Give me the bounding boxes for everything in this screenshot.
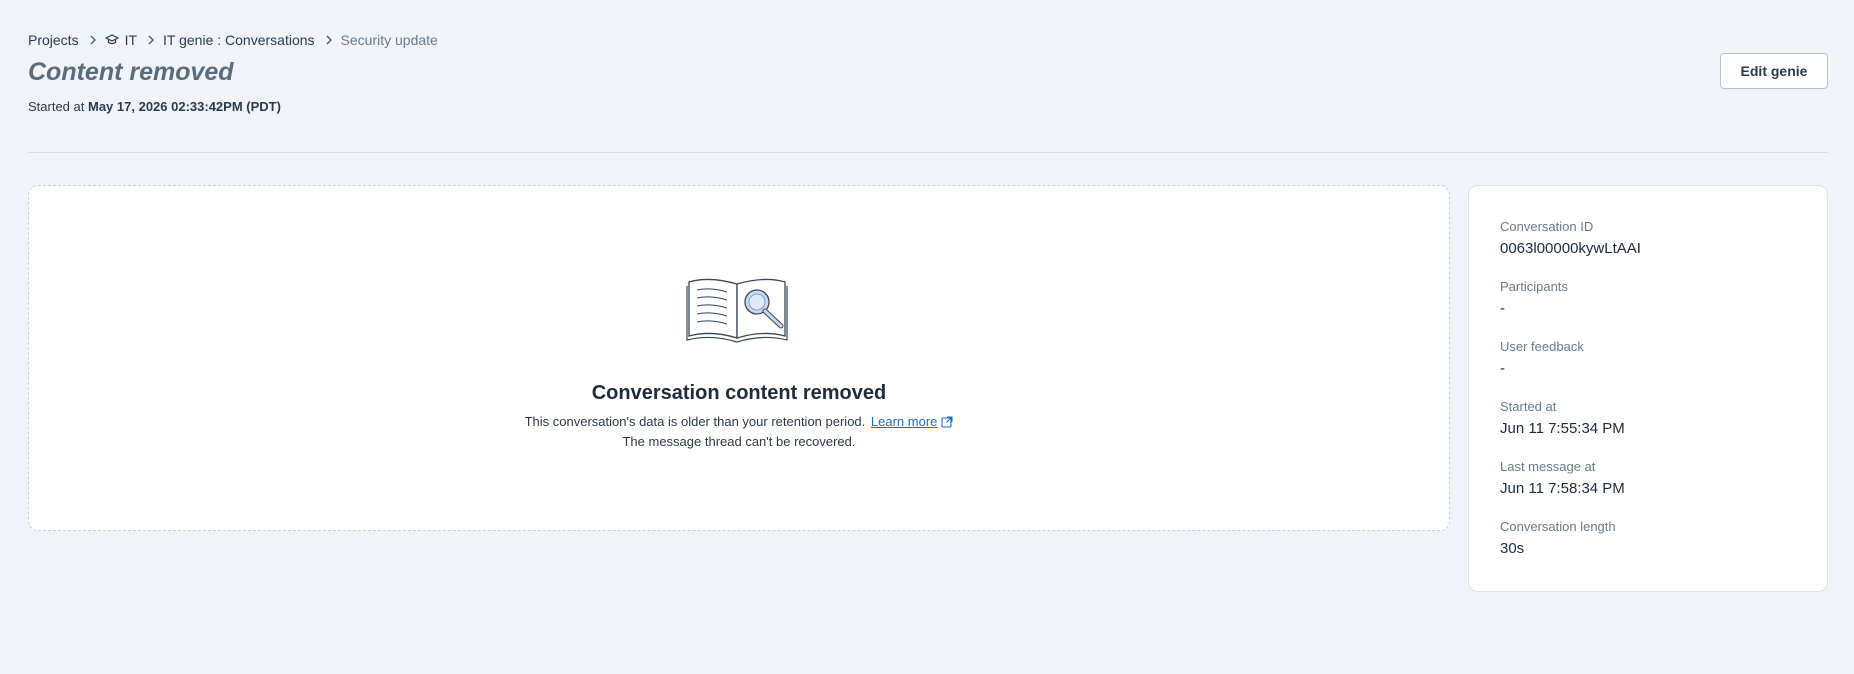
breadcrumb-current: Security update bbox=[340, 32, 438, 48]
detail-value: Jun 11 7:55:34 PM bbox=[1500, 420, 1625, 437]
chevron-right-icon bbox=[147, 35, 155, 45]
breadcrumb-it-label: IT bbox=[124, 32, 138, 48]
detail-label: Conversation length bbox=[1500, 519, 1616, 534]
empty-state-note: The message thread can't be recovered. bbox=[622, 434, 856, 449]
breadcrumb: Projects IT IT genie : Conversations Sec… bbox=[28, 30, 438, 50]
detail-value: 0063l00000kywLtAAI bbox=[1500, 240, 1641, 257]
graduation-cap-icon bbox=[104, 34, 119, 46]
conversation-details-panel: Conversation ID 0063l00000kywLtAAI Parti… bbox=[1468, 185, 1828, 592]
detail-label: User feedback bbox=[1500, 339, 1584, 354]
edit-genie-button[interactable]: Edit genie bbox=[1720, 53, 1828, 89]
chevron-right-icon bbox=[89, 35, 97, 45]
chevron-right-icon bbox=[325, 35, 333, 45]
empty-state-description: This conversation's data is older than y… bbox=[29, 414, 1449, 431]
breadcrumb-conversations[interactable]: IT genie : Conversations bbox=[163, 32, 315, 48]
detail-label: Participants bbox=[1500, 279, 1568, 294]
detail-label: Conversation ID bbox=[1500, 219, 1594, 234]
breadcrumb-it[interactable]: IT bbox=[104, 32, 138, 48]
empty-state-title: Conversation content removed bbox=[591, 382, 887, 404]
detail-value: - bbox=[1500, 360, 1505, 377]
breadcrumb-projects[interactable]: Projects bbox=[28, 32, 79, 48]
detail-label: Last message at bbox=[1500, 459, 1596, 474]
detail-conversation-id: Conversation ID 0063l00000kywLtAAI bbox=[1500, 219, 1641, 257]
started-at-value: May 17, 2026 02:33:42PM (PDT) bbox=[88, 99, 281, 114]
detail-value: 30s bbox=[1500, 540, 1525, 557]
empty-state-panel: Conversation content removed This conver… bbox=[28, 185, 1450, 531]
detail-value: - bbox=[1500, 300, 1505, 317]
detail-last-message-at: Last message at Jun 11 7:58:34 PM bbox=[1500, 459, 1625, 497]
retention-text: This conversation's data is older than y… bbox=[524, 414, 866, 429]
learn-more-link[interactable]: Learn more bbox=[871, 414, 937, 429]
detail-started-at: Started at Jun 11 7:55:34 PM bbox=[1500, 399, 1625, 437]
divider bbox=[28, 152, 1828, 153]
detail-conversation-length: Conversation length 30s bbox=[1500, 519, 1616, 557]
started-at-prefix: Started at bbox=[28, 99, 85, 114]
detail-label: Started at bbox=[1500, 399, 1557, 414]
detail-user-feedback: User feedback - bbox=[1500, 339, 1584, 377]
book-magnifier-illustration bbox=[685, 272, 795, 344]
page: Projects IT IT genie : Conversations Sec… bbox=[0, 0, 1854, 674]
external-link-icon[interactable] bbox=[941, 416, 953, 431]
detail-participants: Participants - bbox=[1500, 279, 1568, 317]
page-title: Content removed bbox=[28, 58, 234, 86]
detail-value: Jun 11 7:58:34 PM bbox=[1500, 480, 1625, 497]
started-at-line: Started at May 17, 2026 02:33:42PM (PDT) bbox=[28, 99, 281, 114]
